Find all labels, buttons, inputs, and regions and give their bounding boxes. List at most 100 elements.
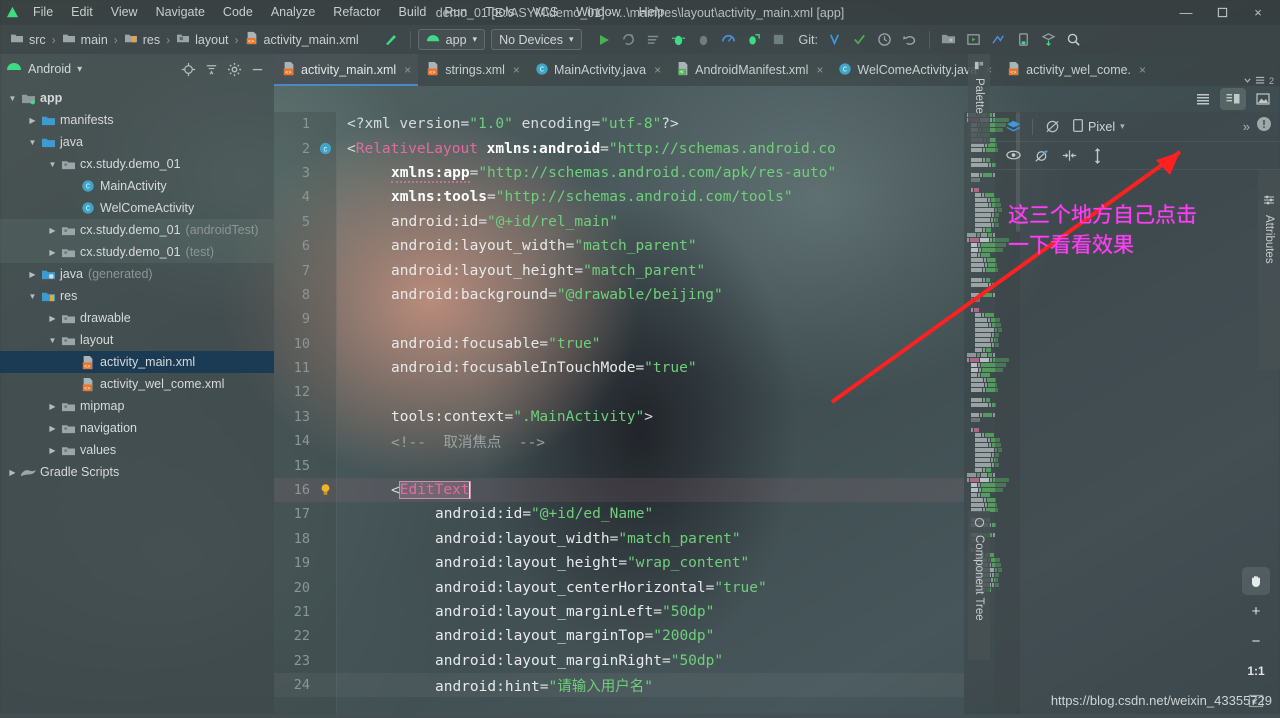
chevron-right-icon[interactable]: ▶	[26, 109, 39, 131]
eye-visibility-icon[interactable]	[1001, 145, 1025, 167]
palette-tool-tab[interactable]: Palette	[968, 54, 990, 144]
chevron-down-icon[interactable]: ▼	[26, 285, 39, 307]
tree-item-activity_main-xml[interactable]: <> activity_main.xml	[0, 351, 274, 373]
tree-item-gradle-scripts[interactable]: ▶ Gradle Scripts	[0, 461, 274, 483]
menu-analyze[interactable]: Analyze	[262, 0, 324, 25]
constraints-off-icon[interactable]	[1029, 145, 1053, 167]
tree-item-mainactivity[interactable]: C MainActivity	[0, 175, 274, 197]
maximize-button[interactable]	[1204, 0, 1240, 25]
git-history-button[interactable]	[873, 28, 897, 52]
editor-tab-activity_wel_come-[interactable]: <> activity_wel_come. ×	[999, 54, 1153, 86]
tree-item-values[interactable]: ▶ values	[0, 439, 274, 461]
stop-button[interactable]	[767, 28, 791, 52]
menu-help[interactable]: Help	[630, 0, 674, 25]
run-with-coverage-button[interactable]	[742, 28, 766, 52]
align-horizontal-icon[interactable]	[1057, 145, 1081, 167]
code-line-23[interactable]: 23 android:layout_marginRight="50dp"	[274, 649, 964, 673]
breadcrumb-item-activity-main-xml[interactable]: <> activity_main.xml	[241, 31, 363, 48]
menu-edit[interactable]: Edit	[62, 0, 102, 25]
profile-or-debug-apk-button[interactable]	[987, 28, 1011, 52]
code-line-7[interactable]: 7 android:layout_height="match_parent"	[274, 258, 964, 282]
zoom-actual-size-button[interactable]: 1:1	[1242, 657, 1270, 685]
tree-item-cx-study-demo_01[interactable]: ▶ cx.study.demo_01 (test)	[0, 241, 274, 263]
code-line-16[interactable]: 16 <EditText	[274, 477, 964, 503]
menu-code[interactable]: Code	[214, 0, 262, 25]
breadcrumb-item-layout[interactable]: layout	[172, 32, 232, 47]
tree-item-java[interactable]: ▶ java (generated)	[0, 263, 274, 285]
code-line-6[interactable]: 6 android:layout_width="match_parent"	[274, 234, 964, 258]
code-line-4[interactable]: 4 xmlns:tools="http://schemas.android.com…	[274, 185, 964, 209]
component-tree-tool-tab[interactable]: Component Tree	[968, 511, 990, 660]
tree-item-mipmap[interactable]: ▶ mipmap	[0, 395, 274, 417]
debug-button[interactable]	[667, 28, 691, 52]
code-line-14[interactable]: 14 <!-- 取消焦点 -->	[274, 429, 964, 453]
orientation-icon[interactable]	[1040, 116, 1064, 138]
zoom-in-button[interactable]: +	[1242, 597, 1270, 625]
menu-file[interactable]: File	[24, 0, 62, 25]
menu-window[interactable]: Window	[567, 0, 629, 25]
code-line-2[interactable]: 2 C <RelativeLayout xmlns:android="http://…	[274, 136, 964, 160]
code-line-12[interactable]: 12	[274, 380, 964, 404]
editor-tab-strings-xml[interactable]: <> strings.xml ×	[418, 54, 527, 86]
minimize-button[interactable]: —	[1168, 0, 1204, 25]
run-configuration-selector[interactable]: app ▾	[417, 29, 486, 50]
breadcrumb-item-src[interactable]: src	[6, 32, 50, 47]
code-line-19[interactable]: 19 android:layout_height="wrap_content"	[274, 551, 964, 575]
tree-item-welcomeactivity[interactable]: C WelComeActivity	[0, 197, 274, 219]
profiler-button[interactable]	[717, 28, 741, 52]
code-line-22[interactable]: 22 android:layout_marginTop="200dp"	[274, 624, 964, 648]
device-selector[interactable]: No Devices ▾	[491, 29, 582, 50]
editor-tab-activity_main-xml[interactable]: <> activity_main.xml ×	[274, 54, 419, 86]
breadcrumb-item-res[interactable]: res	[120, 32, 164, 47]
collapse-all-icon[interactable]	[201, 59, 222, 80]
git-update-project-button[interactable]	[823, 28, 847, 52]
locate-icon[interactable]	[178, 59, 199, 80]
editor-tab-mainactivity-java[interactable]: C MainActivity.java ×	[527, 54, 668, 86]
design-view-button[interactable]	[1250, 88, 1276, 110]
pan-hand-icon[interactable]	[1242, 567, 1270, 595]
apply-code-changes-button[interactable]	[642, 28, 666, 52]
tree-item-res[interactable]: ▼ res	[0, 285, 274, 307]
split-view-button[interactable]	[1220, 88, 1246, 110]
chevron-right-icon[interactable]: ▶	[46, 307, 59, 329]
chevron-right-icon[interactable]: ▶	[46, 219, 59, 241]
apply-changes-button[interactable]	[617, 28, 641, 52]
code-line-24[interactable]: 24 android:hint="请输入用户名"	[274, 672, 964, 698]
close-icon[interactable]: ×	[654, 63, 661, 77]
code-view-button[interactable]	[1190, 88, 1216, 110]
chevron-right-icon[interactable]: ▶	[26, 263, 39, 285]
code-line-18[interactable]: 18 android:layout_width="match_parent"	[274, 527, 964, 551]
tree-item-cx-study-demo_01[interactable]: ▶ cx.study.demo_01 (androidTest)	[0, 219, 274, 241]
device-selector-dropdown[interactable]: Pixel ▾	[1067, 116, 1131, 138]
menu-navigate[interactable]: Navigate	[147, 0, 214, 25]
chevron-down-icon[interactable]: ▼	[6, 87, 19, 109]
undo-button[interactable]	[898, 28, 922, 52]
render-issues-badge[interactable]	[1256, 116, 1272, 137]
tree-item-java[interactable]: ▼ java	[0, 131, 274, 153]
close-icon[interactable]: ×	[1139, 63, 1146, 77]
avd-manager-button[interactable]	[962, 28, 986, 52]
chevron-right-icon[interactable]: ▶	[6, 461, 19, 483]
close-icon[interactable]: ×	[404, 63, 411, 77]
code-line-15[interactable]: 15	[274, 453, 964, 477]
close-icon[interactable]: ×	[513, 63, 520, 77]
make-project-button[interactable]	[379, 28, 403, 52]
tree-item-drawable[interactable]: ▶ drawable	[0, 307, 274, 329]
device-file-explorer-button[interactable]	[1012, 28, 1036, 52]
chevron-right-icon[interactable]: ▶	[46, 395, 59, 417]
tree-item-cx-study-demo_01[interactable]: ▼ cx.study.demo_01	[0, 153, 274, 175]
code-editor[interactable]: 1 <?xml version="1.0" encoding="utf-8"?> 2…	[274, 112, 964, 718]
breadcrumb-item-main[interactable]: main	[58, 32, 112, 47]
settings-gear-icon[interactable]	[224, 59, 245, 80]
menu-run[interactable]: Run	[435, 0, 476, 25]
gutter-intention-bulb-icon[interactable]	[314, 478, 337, 502]
tree-item-layout[interactable]: ▼ layout	[0, 329, 274, 351]
sdk-manager-button[interactable]	[937, 28, 961, 52]
tab-overflow-button[interactable]: 2	[1243, 75, 1280, 86]
tree-item-app[interactable]: ▼ app	[0, 87, 274, 109]
git-commit-button[interactable]	[848, 28, 872, 52]
menu-tools[interactable]: Tools	[476, 0, 523, 25]
code-line-10[interactable]: 10 android:focusable="true"	[274, 332, 964, 356]
menu-refactor[interactable]: Refactor	[324, 0, 389, 25]
chevron-down-icon[interactable]: ▾	[77, 64, 82, 75]
